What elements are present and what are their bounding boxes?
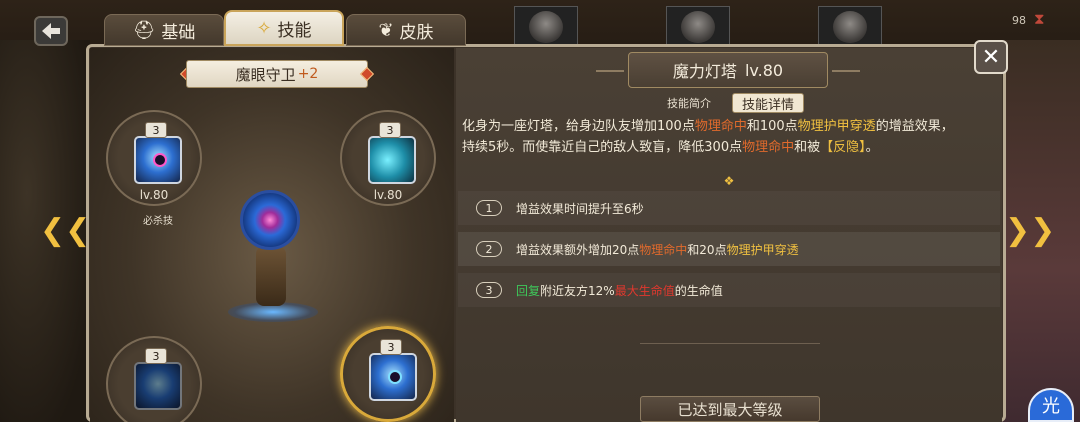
skill-title-plate: 魔力灯塔 lv.80 xyxy=(628,52,828,88)
beam-skill-icon xyxy=(368,136,416,184)
skill-slot-4-selected[interactable]: 3 xyxy=(340,326,436,422)
hero-model xyxy=(222,190,322,322)
tab-skills[interactable]: ✧ 技能 xyxy=(224,10,344,46)
bonus-number: 2 xyxy=(476,241,502,257)
portrait-face xyxy=(681,11,715,43)
bonus-text: 回复附近友方12%最大生命值的生命值 xyxy=(516,282,723,299)
hero-name-plate: 魔眼守卫 +2 xyxy=(186,60,368,88)
skill-level: lv.80 xyxy=(373,188,403,202)
portrait-face xyxy=(529,11,563,43)
portrait-3[interactable] xyxy=(818,6,882,46)
title-ornament-right xyxy=(832,70,860,72)
skill-badge: 3 xyxy=(145,348,167,364)
desc-text: 和被 xyxy=(794,140,821,155)
divider xyxy=(640,343,820,344)
hero-bonus: +2 xyxy=(297,66,319,82)
skill-level: lv.80 xyxy=(139,188,169,202)
tab-skill-intro[interactable]: 技能简介 xyxy=(658,93,720,113)
bonus-text: 增益效果额外增加20点物理命中和20点物理护甲穿透 xyxy=(516,241,799,258)
skill-badge: 3 xyxy=(380,339,402,355)
keyword-max-hp: 最大生命值 xyxy=(614,283,675,298)
tab-basic-label: 基础 xyxy=(161,22,196,43)
eye-icon xyxy=(388,370,402,384)
keyword-heal: 回复 xyxy=(516,283,541,298)
mask-icon: ❦ xyxy=(378,19,394,41)
counter-value: 98 xyxy=(1012,14,1026,27)
ultimate-tag: 必杀技 xyxy=(143,216,173,227)
bonus-number: 3 xyxy=(476,282,502,298)
bonus-text: 增益效果时间提升至6秒 xyxy=(516,201,644,216)
bonus-text-part: 的生命值 xyxy=(674,283,723,298)
skill-badge: 3 xyxy=(145,122,167,138)
tab-skins-label: 皮肤 xyxy=(399,22,434,43)
skill-level-text: lv.80 xyxy=(744,60,784,80)
portrait-2[interactable] xyxy=(666,6,730,46)
lighthouse-skill-icon xyxy=(369,353,417,401)
arrow-left-icon xyxy=(42,23,60,39)
tab-basic[interactable]: ⛑ 基础 xyxy=(104,14,224,46)
portrait-face xyxy=(833,11,867,43)
keyword-reveal: 【反隐】 xyxy=(820,140,866,155)
prev-hero-button[interactable]: ❮❮ xyxy=(40,213,90,248)
bonus-text-part: 增益效果额外增加20点 xyxy=(516,242,640,257)
keyword-armor-pen: 物理护甲穿透 xyxy=(726,242,799,257)
close-button[interactable]: ✕ xyxy=(974,40,1008,74)
skill-slot-2[interactable]: 3 lv.80 xyxy=(340,110,436,206)
portrait-1[interactable] xyxy=(514,6,578,46)
tab-skill-details[interactable]: 技能详情 xyxy=(732,93,804,113)
desc-text: 化身为一座灯塔，给身边队友增加100点 xyxy=(462,119,695,134)
bonus-row-3: 3 回复附近友方12%最大生命值的生命值 xyxy=(458,273,1000,307)
helmet-icon: ⛑ xyxy=(132,19,156,41)
desc-text: 持续5秒。而使靠近自己的敌人致盲，降低300点 xyxy=(462,140,743,155)
hero-name: 魔眼守卫 xyxy=(235,65,296,84)
bonus-text-part: 和20点 xyxy=(687,242,727,257)
skill-badge: 3 xyxy=(379,122,401,138)
skill-description: 化身为一座灯塔，给身边队友增加100点物理命中和100点物理护甲穿透的增益效果，… xyxy=(462,116,998,158)
desc-text: 的增益效果， xyxy=(875,119,954,134)
skill-icon: ✧ xyxy=(256,17,272,39)
eye-icon xyxy=(153,153,167,167)
chevron-down-icon: ❖ xyxy=(723,174,735,188)
title-ornament-left xyxy=(596,70,624,72)
keyword-physical-hit: 物理命中 xyxy=(694,119,747,134)
bonus-text-part: 附近友方12% xyxy=(540,283,615,298)
tab-skills-label: 技能 xyxy=(277,20,312,41)
eye-skill-icon xyxy=(134,136,182,184)
back-button[interactable] xyxy=(34,16,68,46)
desc-text: 。 xyxy=(865,140,879,155)
tab-skins[interactable]: ❦ 皮肤 xyxy=(346,14,466,46)
max-level-plate: 已达到最大等级 xyxy=(640,396,820,422)
skill-slot-3[interactable]: 3 xyxy=(106,336,202,422)
keyword-armor-pen: 物理护甲穿透 xyxy=(797,119,876,134)
hero-body xyxy=(256,246,286,306)
skill-slot-1[interactable]: 3 lv.80 xyxy=(106,110,202,206)
hourglass-icon: ⧗ xyxy=(1034,10,1045,28)
bonus-number: 1 xyxy=(476,200,502,216)
bonus-row-2: 2 增益效果额外增加20点物理命中和20点物理护甲穿透 xyxy=(458,232,1000,266)
skill-name: 魔力灯塔 xyxy=(672,62,737,81)
keyword-physical-hit: 物理命中 xyxy=(742,140,795,155)
keyword-physical-hit: 物理命中 xyxy=(639,242,688,257)
bonus-row-1: 1 增益效果时间提升至6秒 xyxy=(458,191,1000,225)
next-hero-button[interactable]: ❯❯ xyxy=(1005,213,1055,248)
desc-text: 和100点 xyxy=(746,119,798,134)
orb-skill-icon xyxy=(134,362,182,410)
hero-eye xyxy=(240,190,300,250)
